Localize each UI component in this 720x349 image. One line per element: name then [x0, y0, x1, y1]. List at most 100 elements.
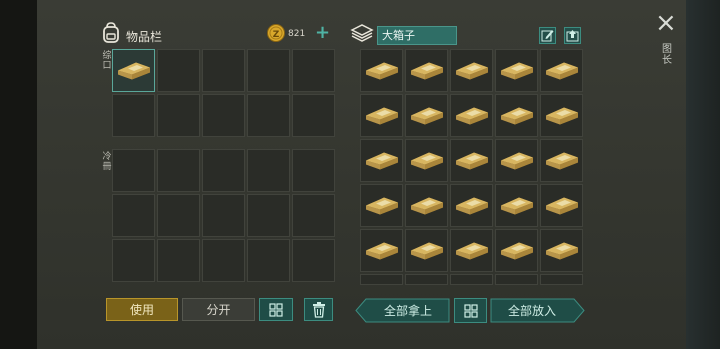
take-all-button[interactable]: 全部拿上: [355, 298, 450, 323]
gold-bar-icon: [545, 107, 578, 125]
trash-icon: [312, 301, 325, 318]
gold-bar-icon: [410, 152, 443, 170]
chest-slot[interactable]: [360, 274, 403, 285]
inventory-slot[interactable]: [112, 149, 155, 192]
chest-slot[interactable]: [450, 274, 493, 285]
chest-slot[interactable]: [360, 49, 403, 92]
chest-slot[interactable]: [540, 139, 583, 182]
chest-slot[interactable]: [495, 274, 538, 285]
backpack-icon: [103, 22, 119, 43]
inventory-slot[interactable]: [157, 149, 200, 192]
chest-slot[interactable]: [360, 139, 403, 182]
inventory-slot[interactable]: [112, 94, 155, 137]
chest-slot[interactable]: [450, 229, 493, 272]
chest-slot[interactable]: [450, 94, 493, 137]
inventory-slot[interactable]: [112, 194, 155, 237]
chest-slot[interactable]: [405, 229, 448, 272]
side-label[interactable]: 图长: [661, 44, 673, 66]
inventory-slot[interactable]: [292, 239, 335, 282]
chest-slot[interactable]: [540, 274, 583, 285]
inventory-slot[interactable]: [112, 49, 155, 92]
inventory-slot[interactable]: [202, 49, 245, 92]
inventory-slot[interactable]: [292, 94, 335, 137]
chest-slot[interactable]: [495, 94, 538, 137]
chest-name-field[interactable]: 大箱子: [377, 26, 457, 45]
edit-icon: [541, 30, 554, 42]
close-button[interactable]: ×: [655, 8, 677, 38]
chest-slot[interactable]: [405, 139, 448, 182]
organize-button[interactable]: [259, 298, 293, 321]
coin-icon: Z: [267, 24, 285, 42]
inventory-slot[interactable]: [202, 194, 245, 237]
gold-bar-icon: [365, 62, 398, 80]
discard-button[interactable]: [304, 298, 333, 321]
gold-bar-icon: [455, 197, 488, 215]
use-button[interactable]: 使用: [106, 298, 178, 321]
inventory-screen: 物品栏 Z 821 + 综口 冷冊 大箱子 使用 分开 全部拿上 全部放入 × …: [0, 0, 720, 349]
inventory-slot[interactable]: [202, 239, 245, 282]
take-all-label: 全部拿上: [383, 304, 432, 318]
right-edge: [686, 0, 720, 349]
put-all-button[interactable]: 全部放入: [490, 298, 585, 323]
inventory-slot[interactable]: [247, 94, 290, 137]
inventory-slot[interactable]: [292, 194, 335, 237]
chest-slot[interactable]: [450, 139, 493, 182]
inventory-slot[interactable]: [247, 149, 290, 192]
gold-bar-icon: [455, 62, 488, 80]
chest-slot[interactable]: [540, 184, 583, 227]
inventory-slot[interactable]: [247, 49, 290, 92]
gold-bar-icon: [117, 62, 150, 80]
rename-button[interactable]: [539, 27, 556, 44]
section-label-bottom: 冷冊: [102, 152, 112, 172]
chest-slot[interactable]: [450, 49, 493, 92]
inventory-slot[interactable]: [292, 49, 335, 92]
gold-bar-icon: [410, 107, 443, 125]
gold-bar-icon: [455, 242, 488, 260]
gold-bar-icon: [500, 62, 533, 80]
chest-slot[interactable]: [405, 274, 448, 285]
inventory-slot[interactable]: [247, 239, 290, 282]
chest-slot[interactable]: [540, 49, 583, 92]
inventory-slot[interactable]: [202, 149, 245, 192]
gold-bar-icon: [365, 242, 398, 260]
chest-slot[interactable]: [450, 184, 493, 227]
add-coins-button[interactable]: +: [315, 22, 330, 43]
inventory-slot[interactable]: [157, 94, 200, 137]
inventory-slot[interactable]: [202, 94, 245, 137]
section-label-top: 综口: [102, 51, 112, 71]
gold-bar-icon: [455, 152, 488, 170]
inventory-title: 物品栏: [126, 30, 163, 44]
inventory-slot[interactable]: [292, 149, 335, 192]
chest-slot[interactable]: [495, 229, 538, 272]
inventory-slot[interactable]: [112, 239, 155, 282]
chest-grid: [360, 49, 583, 285]
gold-bar-icon: [365, 197, 398, 215]
gold-bar-icon: [410, 197, 443, 215]
chest-slot[interactable]: [495, 49, 538, 92]
chest-slot[interactable]: [405, 49, 448, 92]
sort-chest-button[interactable]: [564, 27, 581, 44]
gold-bar-icon: [455, 107, 488, 125]
chest-slot[interactable]: [360, 94, 403, 137]
inventory-slot[interactable]: [157, 194, 200, 237]
chest-slot[interactable]: [540, 229, 583, 272]
chest-slot[interactable]: [405, 94, 448, 137]
inventory-slot[interactable]: [157, 49, 200, 92]
gold-bar-icon: [365, 107, 398, 125]
chest-slot[interactable]: [495, 184, 538, 227]
left-edge: [0, 0, 37, 349]
chest-slot[interactable]: [405, 184, 448, 227]
chest-organize-button[interactable]: [454, 298, 487, 323]
inventory-slot[interactable]: [247, 194, 290, 237]
chest-slot[interactable]: [540, 94, 583, 137]
gold-bar-icon: [545, 62, 578, 80]
svg-text:Z: Z: [273, 30, 280, 40]
chest-slot[interactable]: [495, 139, 538, 182]
inventory-slot[interactable]: [157, 239, 200, 282]
grid-icon: [463, 303, 478, 318]
inventory-grid-bottom: [112, 149, 335, 282]
split-button[interactable]: 分开: [182, 298, 255, 321]
chest-slot[interactable]: [360, 229, 403, 272]
chest-slot[interactable]: [360, 184, 403, 227]
gold-bar-icon: [500, 197, 533, 215]
